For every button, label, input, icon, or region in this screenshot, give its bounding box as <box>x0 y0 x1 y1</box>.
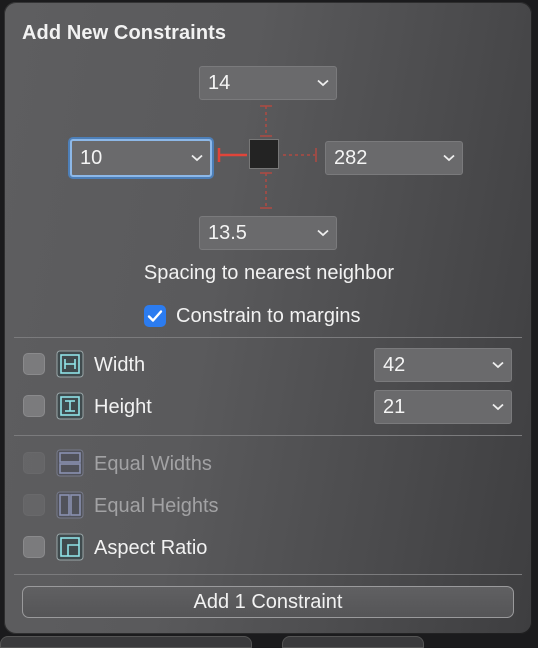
chevron-down-icon <box>184 154 210 162</box>
width-value-dropdown[interactable]: 42 <box>374 348 512 382</box>
width-label: Width <box>94 354 146 376</box>
right-spacing-value: 282 <box>334 146 368 169</box>
top-strut[interactable] <box>258 104 274 138</box>
divider <box>14 337 522 338</box>
divider <box>14 435 522 436</box>
checkmark-icon <box>147 310 163 322</box>
equal-widths-checkbox[interactable] <box>23 452 45 474</box>
height-value: 21 <box>383 395 406 418</box>
height-label: Height <box>94 396 152 418</box>
chevron-down-icon <box>310 79 336 87</box>
aspect-ratio-label: Aspect Ratio <box>94 537 208 559</box>
right-strut[interactable] <box>281 146 319 164</box>
top-spacing-value: 14 <box>208 71 231 94</box>
background-window-edge <box>282 636 424 648</box>
width-checkbox[interactable] <box>23 353 45 375</box>
bottom-strut[interactable] <box>258 171 274 211</box>
left-spacing-dropdown[interactable]: 10 <box>70 139 212 177</box>
equal-widths-icon <box>56 449 84 477</box>
constrain-to-margins-checkbox[interactable] <box>144 305 166 327</box>
bottom-spacing-dropdown[interactable]: 13.5 <box>199 216 337 250</box>
height-constraint-icon <box>56 392 84 420</box>
left-strut[interactable] <box>217 146 249 164</box>
aspect-ratio-icon <box>56 533 84 561</box>
popover-title: Add New Constraints <box>22 22 227 44</box>
chevron-down-icon <box>485 403 511 411</box>
height-value-dropdown[interactable]: 21 <box>374 390 512 424</box>
right-spacing-dropdown[interactable]: 282 <box>325 141 463 175</box>
left-spacing-value: 10 <box>80 146 103 169</box>
chevron-down-icon <box>485 361 511 369</box>
equal-heights-checkbox[interactable] <box>23 494 45 516</box>
divider <box>14 574 522 575</box>
chevron-down-icon <box>310 229 336 237</box>
constrain-to-margins-label: Constrain to margins <box>176 305 361 327</box>
equal-heights-icon <box>56 491 84 519</box>
bottom-spacing-value: 13.5 <box>208 221 247 244</box>
background-window-edge <box>0 636 252 648</box>
height-checkbox[interactable] <box>23 395 45 417</box>
equal-widths-label: Equal Widths <box>94 453 212 475</box>
top-spacing-dropdown[interactable]: 14 <box>199 66 337 100</box>
aspect-ratio-checkbox[interactable] <box>23 536 45 558</box>
equal-heights-label: Equal Heights <box>94 495 219 517</box>
selected-view-square <box>249 139 279 169</box>
spacing-label: Spacing to nearest neighbor <box>143 262 395 284</box>
width-constraint-icon <box>56 350 84 378</box>
add-constraints-button[interactable]: Add 1 Constraint <box>22 586 514 618</box>
chevron-down-icon <box>436 154 462 162</box>
add-constraints-button-label: Add 1 Constraint <box>193 590 343 613</box>
width-value: 42 <box>383 353 406 376</box>
